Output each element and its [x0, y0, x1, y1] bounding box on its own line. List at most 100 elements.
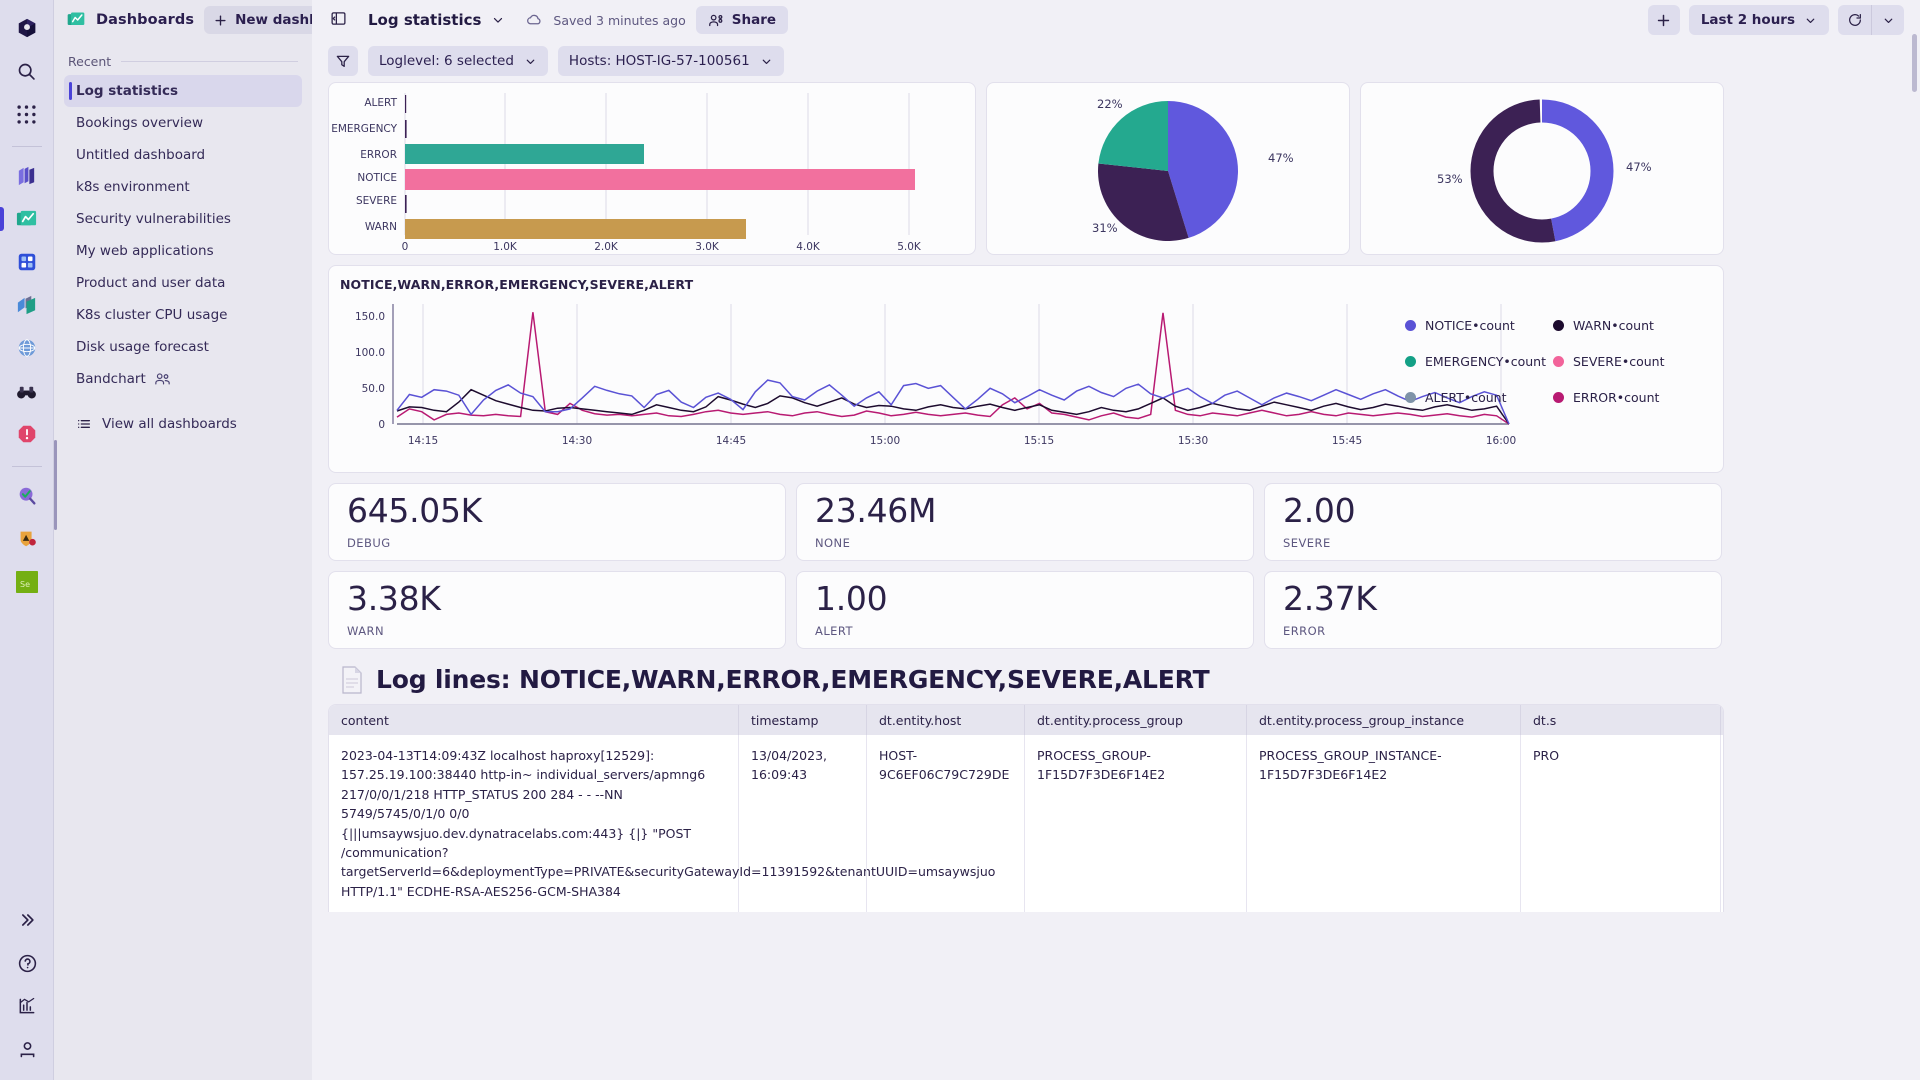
share-button[interactable]: Share [695, 6, 789, 34]
problems-icon[interactable] [7, 414, 47, 454]
dashboard-item-label: Product and user data [76, 275, 226, 291]
globe-icon[interactable] [7, 328, 47, 368]
filter-button[interactable] [328, 46, 358, 76]
data-explorer-icon[interactable] [7, 285, 47, 325]
sidebar-item-disk-usage-forecast[interactable]: Disk usage forecast [64, 331, 302, 363]
sidebar-item-log-statistics[interactable]: Log statistics [64, 75, 302, 107]
table-row[interactable]: 2023-04-13T14:09:43Z localhost haproxy[1… [329, 735, 1723, 912]
kpi-value: 2.37K [1283, 579, 1377, 619]
refresh-button[interactable] [1838, 5, 1871, 35]
legend-item-emergency[interactable]: EMERGENCY•count [1405, 354, 1553, 369]
grid-apps-icon[interactable] [7, 94, 47, 134]
refresh-options-button[interactable] [1871, 5, 1904, 35]
dashboard-item-label: k8s environment [76, 179, 190, 195]
column-header-content[interactable]: content [329, 705, 739, 735]
help-icon[interactable] [7, 943, 47, 983]
collapse-sidebar-button[interactable] [318, 0, 358, 39]
svg-text:2.0K: 2.0K [594, 241, 619, 253]
security-icon[interactable] [7, 519, 47, 559]
binoculars-icon[interactable] [7, 371, 47, 411]
svg-text:ERROR: ERROR [360, 149, 397, 161]
legend-item-error[interactable]: ERROR•count [1553, 390, 1701, 405]
layers-icon[interactable] [7, 156, 47, 196]
svg-text:15:45: 15:45 [1332, 435, 1362, 447]
svg-text:Se: Se [20, 580, 30, 589]
hosts-filter-chip[interactable]: Hosts: HOST-IG-57-100561 [557, 46, 784, 76]
svg-text:0: 0 [378, 419, 385, 431]
legend-label: NOTICE•count [1425, 318, 1515, 333]
loglevel-filter-label: Loglevel: 6 selected [379, 53, 514, 69]
kpi-tile-none[interactable]: 23.46M NONE [796, 483, 1254, 561]
dashboards-icon[interactable] [0, 199, 47, 239]
loglevel-bar-chart-tile[interactable]: ALERT EMERGENCY ERROR NOTICE SEVERE WARN [328, 82, 976, 255]
kpi-tile-error[interactable]: 2.37K ERROR [1264, 571, 1722, 649]
timeseries-chart-tile[interactable]: NOTICE,WARN,ERROR,EMERGENCY,SEVERE,ALERT… [328, 265, 1724, 473]
kpi-tile-severe[interactable]: 2.00 SEVERE [1264, 483, 1722, 561]
loglevel-donut-chart-tile[interactable]: 47% 53% [1360, 82, 1724, 255]
dashboard-name-chevron-down-icon[interactable] [491, 13, 505, 27]
loglevel-filter-chip[interactable]: Loglevel: 6 selected [368, 46, 548, 76]
icon-rail: Se [0, 0, 54, 1080]
kpi-label: ERROR [1283, 623, 1326, 638]
legend-item-notice[interactable]: NOTICE•count [1405, 318, 1553, 333]
column-header-dt-s[interactable]: dt.s [1521, 705, 1721, 735]
sidebar-item-bandchart[interactable]: Bandchart [64, 363, 302, 395]
legend-item-warn[interactable]: WARN•count [1553, 318, 1701, 333]
loglines-header: Log lines: NOTICE,WARN,ERROR,EMERGENCY,S… [328, 659, 1904, 704]
column-header-host[interactable]: dt.entity.host [867, 705, 1025, 735]
sidebar-item-security-vulnerabilities[interactable]: Security vulnerabilities [64, 203, 302, 235]
share-label: Share [731, 12, 777, 28]
column-header-process-group-instance[interactable]: dt.entity.process_group_instance [1247, 705, 1521, 735]
loglines-table[interactable]: content timestamp dt.entity.host dt.enti… [328, 34, 1917, 912]
svg-text:16:00: 16:00 [1486, 435, 1516, 447]
column-header-timestamp[interactable]: timestamp [739, 705, 867, 735]
cube-logo[interactable] [7, 8, 47, 48]
dashboards-app-icon [66, 10, 86, 30]
rail-bottom-group [0, 900, 54, 1072]
legend-item-alert[interactable]: ALERT•count [1405, 390, 1553, 405]
legend-label: EMERGENCY•count [1425, 354, 1546, 369]
svg-text:15:30: 15:30 [1178, 435, 1208, 447]
davis-copilot-icon[interactable] [7, 476, 47, 516]
loglines-title: Log lines: NOTICE,WARN,ERROR,EMERGENCY,S… [376, 665, 1210, 694]
kpi-tile-warn[interactable]: 3.38K WARN [328, 571, 786, 649]
kpi-tile-debug[interactable]: 645.05K DEBUG [328, 483, 786, 561]
timeframe-selector[interactable]: Last 2 hours [1688, 5, 1829, 35]
add-tile-button[interactable] [1647, 5, 1680, 35]
view-all-dashboards-button[interactable]: View all dashboards [64, 409, 302, 439]
se-tile-icon[interactable]: Se [7, 562, 47, 602]
kpi-row-2: 3.38K WARN 1.00 ALERT 2.37K ERROR [328, 571, 1904, 649]
sidebar-header: Dashboards New dashboard [54, 0, 391, 40]
cloud-saved-icon [525, 11, 543, 29]
kpi-label: SEVERE [1283, 535, 1331, 550]
sidebar-item-k8s-cluster-cpu-usage[interactable]: K8s cluster CPU usage [64, 299, 302, 331]
sidebar-item-k8s-environment[interactable]: k8s environment [64, 171, 302, 203]
loglevel-pie-chart-tile[interactable]: 47% 22% 31% [986, 82, 1350, 255]
recent-divider [121, 61, 298, 62]
reports-icon[interactable] [7, 986, 47, 1026]
user-account-icon[interactable] [7, 1029, 47, 1069]
legend-label: WARN•count [1573, 318, 1654, 333]
sidebar-item-untitled-dashboard[interactable]: Untitled dashboard [64, 139, 302, 171]
dashboard-item-label: My web applications [76, 243, 214, 259]
toolbar-right-group: Last 2 hours [1647, 5, 1904, 35]
legend-item-severe[interactable]: SEVERE•count [1553, 354, 1701, 369]
shared-users-icon [154, 372, 171, 386]
dashboard-item-label: Bookings overview [76, 115, 203, 131]
svg-text:15:00: 15:00 [870, 435, 900, 447]
svg-text:0: 0 [402, 241, 409, 253]
sidebar-scrollbar[interactable] [54, 440, 57, 530]
svg-text:50.0: 50.0 [362, 383, 385, 395]
kpi-tile-alert[interactable]: 1.00 ALERT [796, 571, 1254, 649]
sidebar-item-my-web-applications[interactable]: My web applications [64, 235, 302, 267]
legend-color-dot [1405, 320, 1416, 331]
search-icon[interactable] [7, 51, 47, 91]
notebooks-icon[interactable] [7, 242, 47, 282]
sidebar-item-bookings-overview[interactable]: Bookings overview [64, 107, 302, 139]
sidebar-item-product-and-user-data[interactable]: Product and user data [64, 267, 302, 299]
column-header-process-group[interactable]: dt.entity.process_group [1025, 705, 1247, 735]
cell-process-group-instance: PROCESS_GROUP_INSTANCE-1F15D7F3DE6F14E2 [1247, 735, 1521, 912]
rail-divider [11, 146, 42, 147]
expand-rail-icon[interactable] [7, 900, 47, 940]
refresh-control-group [1838, 5, 1904, 35]
